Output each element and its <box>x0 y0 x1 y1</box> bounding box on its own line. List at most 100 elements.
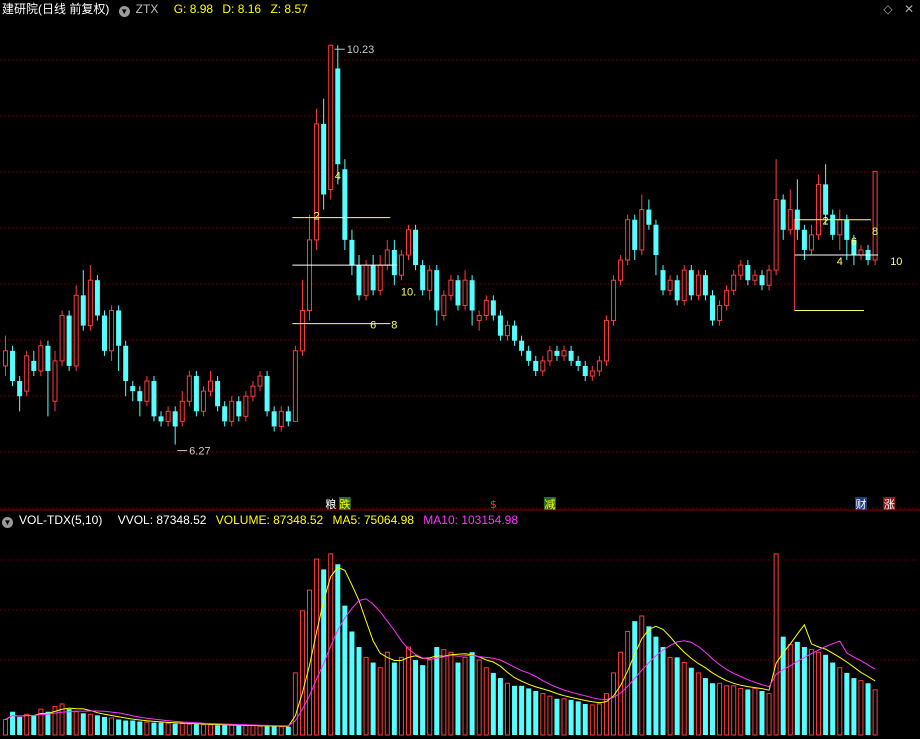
volume-bar-down <box>745 689 751 735</box>
candle-up <box>405 229 411 256</box>
volume-bar-up <box>858 680 864 736</box>
signal-label: 跌 <box>339 497 350 511</box>
volume-bar-up <box>398 656 404 736</box>
volume-bar-down <box>116 719 122 735</box>
volume-bar-up <box>109 717 115 736</box>
candle-down <box>215 381 221 407</box>
candle-up <box>872 170 878 261</box>
candle-down <box>342 169 348 240</box>
candle-down <box>420 265 426 291</box>
candle-down <box>533 360 539 371</box>
candle-down <box>158 416 164 422</box>
candle-up <box>109 309 115 352</box>
candle-up <box>208 380 214 392</box>
volume-bar-up <box>731 685 737 736</box>
candle-up <box>731 274 737 291</box>
candle-up <box>667 279 673 291</box>
candle-up <box>561 350 567 357</box>
volume-bar-up <box>186 723 192 736</box>
volume-bar-up <box>462 656 468 736</box>
volume-bar-up <box>144 721 150 736</box>
candle-down <box>554 350 560 356</box>
volume-bar-down <box>490 672 496 735</box>
candle-down <box>123 345 129 382</box>
candle-up <box>589 370 595 377</box>
volume-bar-down <box>356 647 362 735</box>
candle-down <box>271 411 277 427</box>
candle-up <box>165 410 171 422</box>
candle-down <box>490 300 496 316</box>
candle-up <box>398 254 404 276</box>
ma10-line <box>5 598 876 727</box>
volume-bar-down <box>391 662 397 735</box>
candle-up <box>87 279 93 327</box>
min-price-label: 6.27 <box>189 446 210 458</box>
volume-bar-up <box>405 646 411 736</box>
volume-bar-down <box>526 688 532 735</box>
candle-up <box>611 279 617 322</box>
candle-up <box>299 309 305 352</box>
annotation-label: 8 <box>872 226 878 238</box>
volume-bar-down <box>420 665 426 735</box>
volume-bar-down <box>844 672 850 735</box>
candle-down <box>688 270 694 296</box>
candle-up <box>427 269 433 291</box>
chart-window: 建研院(日线 前复权) ▼ ZTX G: 8.98 D: 8.16 Z: 8.57… <box>0 0 920 739</box>
volume-bar-up <box>427 659 433 736</box>
candle-up <box>596 360 602 372</box>
candle-up <box>363 264 369 296</box>
volume-bar-up <box>165 722 171 736</box>
volume-bar-up <box>314 558 320 736</box>
candle-down <box>780 199 786 230</box>
candle-up <box>504 325 510 337</box>
candle-up <box>292 350 298 422</box>
annotation-label: 6 <box>851 236 857 248</box>
volume-bar-down <box>193 724 199 735</box>
volume-bar-up <box>695 672 701 736</box>
candle-down <box>660 270 666 291</box>
volume-bar-down <box>123 720 129 735</box>
volume-bar-up <box>561 698 567 736</box>
volume-bar-down <box>66 709 72 735</box>
volume-bar-down <box>702 678 708 735</box>
volume-bar-up <box>483 667 489 736</box>
candle-down <box>674 280 680 301</box>
volume-bar-down <box>780 636 786 735</box>
annotation-label: 10 <box>890 256 902 268</box>
candle-down <box>823 184 829 215</box>
candle-down <box>497 315 503 336</box>
candle-up <box>787 209 793 231</box>
volume-bar-down <box>688 667 694 735</box>
volume-bar-down <box>830 662 836 735</box>
candle-up <box>73 294 79 367</box>
candle-up <box>766 269 772 286</box>
volume-bar-down <box>646 626 652 735</box>
volume-bar-up <box>872 689 878 736</box>
candle-up <box>52 360 58 402</box>
candle-up <box>250 385 256 397</box>
candle-up <box>462 279 468 306</box>
volume-bar-up <box>377 667 383 736</box>
volume-bar-up <box>540 693 546 736</box>
volume-bar-down <box>285 726 291 735</box>
candle-down <box>335 68 341 165</box>
volume-bar-down <box>653 636 659 735</box>
volume-bar-down <box>801 647 807 735</box>
candle-up <box>384 249 390 266</box>
candle-down <box>285 411 291 422</box>
candle-down <box>702 275 708 296</box>
volume-bar-up <box>773 553 779 736</box>
candle-down <box>130 386 136 392</box>
candle-down <box>844 219 850 240</box>
volume-bar-up <box>625 631 631 736</box>
candle-down <box>101 315 107 351</box>
candle-down <box>116 310 122 346</box>
volume-bar-down <box>349 631 355 735</box>
candle-up <box>724 289 730 306</box>
candle-up <box>3 350 8 367</box>
volume-bar-up <box>476 659 482 736</box>
candle-down <box>646 209 652 225</box>
candlestick-chart[interactable]: 4210.6 824681010.236.27粮跌 $ 减财涨 <box>0 0 920 739</box>
volume-bar-down <box>17 716 23 735</box>
candle-down <box>370 265 376 291</box>
